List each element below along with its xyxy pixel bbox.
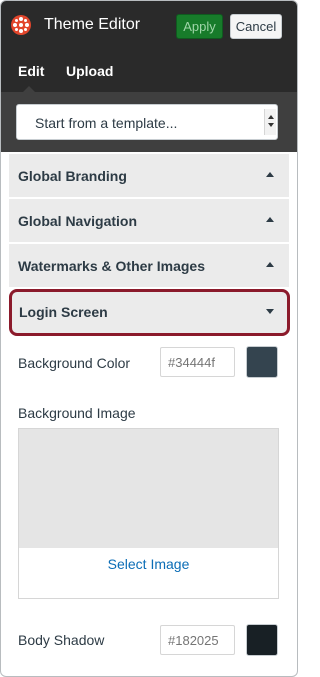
background-color-swatch[interactable] xyxy=(246,346,278,378)
template-area: Start from a template... xyxy=(1,92,297,152)
page-title: Theme Editor xyxy=(44,16,141,33)
body-shadow-swatch[interactable] xyxy=(246,624,278,656)
caret-up-icon xyxy=(266,172,274,177)
template-select-value: Start from a template... xyxy=(35,115,178,131)
logo-dot xyxy=(19,29,23,33)
section-login-screen[interactable]: Login Screen xyxy=(9,289,290,336)
select-image-link[interactable]: Select Image xyxy=(19,556,278,572)
background-image-box: Select Image xyxy=(18,428,279,599)
tab-bar: Edit Upload xyxy=(1,49,297,92)
body-shadow-label: Body Shadow xyxy=(18,632,105,648)
body-shadow-input[interactable] xyxy=(160,625,235,655)
apply-button[interactable]: Apply xyxy=(176,14,223,39)
logo-center-dot xyxy=(19,23,23,27)
logo-dot xyxy=(24,19,27,22)
section-label: Global Navigation xyxy=(18,213,138,229)
cancel-button[interactable]: Cancel xyxy=(230,14,282,39)
logo-dot xyxy=(13,23,17,27)
section-watermarks-other-images[interactable]: Watermarks & Other Images xyxy=(9,244,289,288)
logo-dot xyxy=(19,17,23,21)
background-image-label: Background Image xyxy=(18,405,136,421)
caret-up-icon xyxy=(266,217,274,222)
logo-dot xyxy=(15,19,18,22)
tab-edit[interactable]: Edit xyxy=(18,63,44,79)
caret-up-icon xyxy=(266,262,274,267)
select-arrows-icon xyxy=(264,109,276,135)
background-color-input[interactable] xyxy=(160,347,235,377)
section-global-navigation[interactable]: Global Navigation xyxy=(9,199,289,243)
background-color-label: Background Color xyxy=(18,355,131,371)
background-image-preview xyxy=(19,429,278,548)
caret-down-icon xyxy=(266,309,274,314)
theme-editor-window: Theme Editor Apply Cancel Edit Upload St… xyxy=(0,0,298,677)
section-label: Global Branding xyxy=(18,168,127,184)
canvas-logo-icon xyxy=(11,15,31,35)
header-bar: Theme Editor Apply Cancel xyxy=(1,1,297,49)
template-select[interactable]: Start from a template... xyxy=(16,104,278,140)
section-label: Login Screen xyxy=(19,304,108,320)
section-label: Watermarks & Other Images xyxy=(18,258,205,274)
logo-dot xyxy=(24,28,27,31)
logo-dot xyxy=(25,23,29,27)
section-global-branding[interactable]: Global Branding xyxy=(9,154,289,198)
login-screen-panel: Background Color Background Image Select… xyxy=(9,338,289,676)
logo-dot xyxy=(15,28,18,31)
tab-upload[interactable]: Upload xyxy=(66,63,113,79)
